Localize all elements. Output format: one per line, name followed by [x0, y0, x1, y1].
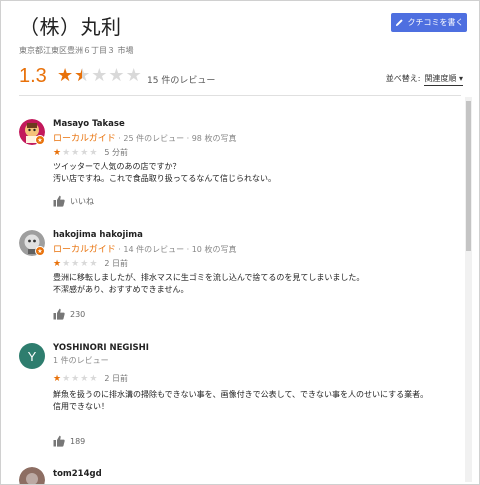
thumbs-up-icon	[53, 308, 65, 320]
page-title: （株）丸利	[19, 15, 122, 39]
star-icon: ★	[89, 373, 98, 384]
thumbs-up-icon	[53, 435, 65, 447]
half-star-icon: ★	[74, 67, 90, 86]
avatar-image	[19, 467, 45, 484]
local-guide-label: ローカルガイド	[53, 245, 116, 255]
star-icon: ★	[62, 147, 71, 158]
star-icon: ★	[125, 65, 142, 86]
review-item: tom214gd	[19, 467, 455, 484]
review-item: Y YOSHINORI NEGISHI 1 件のレビュー ★ ★ ★ ★ ★ 2 日前 …	[19, 343, 455, 455]
sort-value-text: 関連度順	[424, 74, 457, 83]
star-icon: ★	[80, 147, 89, 158]
review-panel: （株）丸利 東京都江東区豊洲６丁目３ 市場 クチコミを書く 1.3 ★ ★ ★ …	[0, 0, 480, 485]
reviewer-name[interactable]: YOSHINORI NEGISHI	[53, 343, 149, 353]
reviewer-name[interactable]: hakojima hakojima	[53, 230, 143, 240]
star-icon: ★	[91, 65, 108, 86]
review-item: ★ Masayo Takase ローカルガイド · 25 件のレビュー · 98…	[19, 119, 455, 219]
sort-dropdown[interactable]: 並べ替え: 関連度順 ▾	[386, 73, 463, 86]
sort-label: 並べ替え:	[385, 74, 421, 83]
star-icon: ★	[57, 65, 74, 86]
star-icon: ★	[71, 258, 80, 269]
star-icon: ★	[89, 258, 98, 269]
star-icon: ★	[62, 258, 71, 269]
review-text: 鮮魚を扱うのに排水溝の掃除もできない事を、画像付きで公表して、できない事を人のせ…	[53, 390, 429, 411]
star-icon: ★	[71, 373, 80, 384]
like-button[interactable]: 230	[53, 308, 85, 320]
review-rating: ★ ★ ★ ★ ★ 2 日前	[53, 258, 128, 269]
like-button[interactable]: いいね	[53, 195, 94, 207]
review-text: ツイッターで人気のあの店ですか？ 汚い店ですね。これで食品取り扱ってるなんて信じ…	[53, 162, 276, 183]
like-button[interactable]: 189	[53, 435, 85, 447]
rating-summary: 1.3 ★ ★ ★ ★ ★ 15 件のレビュー 並べ替え: 関連度順 ▾	[19, 61, 469, 91]
local-guide-badge-icon: ★	[35, 135, 45, 145]
scrollbar-thumb[interactable]	[466, 101, 471, 251]
avatar[interactable]: Y	[19, 343, 45, 369]
sort-value[interactable]: 関連度順 ▾	[424, 73, 463, 86]
review-rating: ★ ★ ★ ★ ★ 2 日前	[53, 373, 128, 384]
write-review-label: クチコミを書く	[407, 18, 464, 27]
star-icon: ★	[53, 373, 62, 384]
average-stars: ★ ★ ★ ★ ★	[57, 65, 143, 86]
reviewer-stats: 1 件のレビュー	[53, 356, 109, 365]
star-icon: ★	[71, 147, 80, 158]
star-icon: ★	[53, 258, 62, 269]
star-icon: ★	[80, 258, 89, 269]
reviewer-name[interactable]: Masayo Takase	[53, 119, 125, 129]
review-time: 2 日前	[104, 374, 129, 383]
write-review-button[interactable]: クチコミを書く	[391, 13, 467, 32]
local-guide-label: ローカルガイド	[53, 134, 116, 144]
reviewer-meta: 1 件のレビュー	[53, 355, 109, 366]
review-count: 15 件のレビュー	[147, 76, 216, 86]
review-time: 2 日前	[104, 259, 129, 268]
reviewer-meta: ローカルガイド · 14 件のレビュー · 10 枚の写真	[53, 242, 236, 255]
reviewer-meta: ローカルガイド · 25 件のレビュー · 98 枚の写真	[53, 131, 236, 144]
like-count: 189	[70, 436, 86, 446]
star-icon: ★	[62, 373, 71, 384]
star-icon: ★	[53, 147, 62, 158]
review-item: ★ hakojima hakojima ローカルガイド · 14 件のレビュー …	[19, 230, 455, 330]
place-address: 東京都江東区豊洲６丁目３ 市場	[19, 46, 134, 55]
pencil-icon	[395, 19, 403, 27]
star-icon: ★	[80, 373, 89, 384]
review-text: 豊洲に移転しましたが、排水マスに生ゴミを流し込んで捨てるのを見てしまいました。 …	[53, 273, 365, 294]
average-rating: 1.3	[19, 65, 47, 87]
local-guide-badge-icon: ★	[35, 246, 45, 256]
like-count: いいね	[70, 196, 94, 206]
reviewer-stats: · 25 件のレビュー · 98 枚の写真	[118, 134, 237, 143]
review-rating: ★ ★ ★ ★ ★ 5 分前	[53, 147, 128, 158]
avatar[interactable]	[19, 467, 45, 484]
reviewer-stats: · 14 件のレビュー · 10 枚の写真	[118, 245, 237, 254]
review-time: 5 分前	[104, 148, 129, 157]
thumbs-up-icon	[53, 195, 65, 207]
star-icon: ★	[108, 65, 125, 86]
divider	[19, 95, 461, 96]
like-count: 230	[70, 309, 86, 319]
star-icon: ★	[89, 147, 98, 158]
reviewer-name[interactable]: tom214gd	[53, 469, 102, 479]
